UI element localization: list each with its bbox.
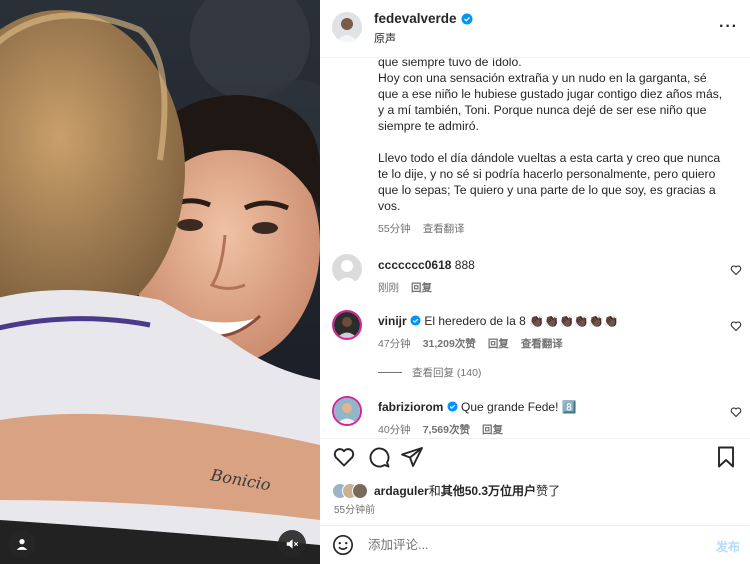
translate-link[interactable]: 查看翻译: [521, 336, 563, 351]
mute-button[interactable]: [278, 530, 306, 558]
replies-divider: [378, 372, 402, 373]
post-comment-button[interactable]: 发布: [716, 538, 740, 555]
comment-heart-icon[interactable]: [730, 264, 742, 276]
comment-likes[interactable]: 31,209次赞: [423, 336, 476, 351]
post-header: fedevalverde 原声 ···: [320, 0, 750, 58]
bookmark-icon[interactable]: [714, 445, 738, 469]
view-replies-button[interactable]: 查看回复 (140): [378, 365, 481, 380]
likes-suffix: 赞了: [536, 484, 561, 498]
user-tag-icon: [16, 539, 28, 550]
comment-username[interactable]: ccccccc0618: [378, 258, 451, 272]
caption-translate-link[interactable]: 查看翻译: [423, 221, 465, 236]
comment-item: ccccccc0618 888 刚刚 回复: [332, 254, 742, 294]
author-avatar[interactable]: [332, 12, 362, 42]
more-options-button[interactable]: ···: [719, 18, 738, 36]
comment-likes[interactable]: 7,569次赞: [423, 422, 470, 437]
comment-body: fabriziorom Que grande Fede! 8️⃣: [378, 400, 577, 414]
post-media[interactable]: Bonicio: [0, 0, 320, 564]
comment-avatar[interactable]: [332, 310, 362, 340]
comment-body: vinijr El heredero de la 8 👏🏿👏🏿👏🏿👏🏿👏🏿👏🏿: [378, 314, 619, 328]
reply-link[interactable]: 回复: [482, 422, 503, 437]
comment-icon[interactable]: [367, 445, 391, 469]
liker-avatars: [332, 482, 368, 499]
comment-input[interactable]: [368, 535, 668, 555]
comment-username[interactable]: fabriziorom: [378, 400, 443, 414]
comment-heart-icon[interactable]: [730, 406, 742, 418]
verified-badge-icon: [461, 13, 473, 25]
caption-paragraph: Llevo todo el día dándole vueltas a esta…: [378, 151, 721, 213]
comment-text: 888: [454, 258, 475, 272]
view-replies-label: 查看回复 (140): [412, 367, 482, 379]
comment-avatar[interactable]: [332, 396, 362, 426]
comment-meta: 47分钟 31,209次赞 回复 查看翻译: [378, 336, 563, 351]
post-details-panel: que siempre tuvo de ídolo. Hoy con una s…: [320, 0, 750, 564]
comment-body: ccccccc0618 888: [378, 258, 475, 272]
comment-text: El heredero de la 8 👏🏿👏🏿👏🏿👏🏿👏🏿👏🏿: [424, 314, 619, 328]
caption-meta: 55分钟 查看翻译: [378, 221, 465, 236]
mute-icon: [286, 539, 299, 549]
comment-username[interactable]: vinijr: [378, 314, 407, 328]
post-caption: que siempre tuvo de ídolo. Hoy con una s…: [378, 54, 728, 230]
comment-item: vinijr El heredero de la 8 👏🏿👏🏿👏🏿👏🏿👏🏿👏🏿 …: [332, 310, 742, 350]
share-icon[interactable]: [400, 445, 424, 469]
post-photo: Bonicio: [0, 0, 320, 564]
comment-text: Que grande Fede! 8️⃣: [461, 400, 577, 414]
author-username-row: fedevalverde: [374, 11, 473, 26]
likes-text: ardaguler和其他50.3万位用户赞了: [374, 482, 560, 499]
comment-meta: 40分钟 7,569次赞 回复: [378, 422, 503, 437]
verified-badge-icon: [447, 401, 458, 412]
emoji-icon[interactable]: [332, 534, 354, 556]
comment-time: 刚刚: [378, 282, 399, 294]
likes-others[interactable]: 其他50.3万位用户: [441, 484, 536, 498]
author-username[interactable]: fedevalverde: [374, 11, 457, 26]
add-comment-bar: 发布: [320, 525, 750, 564]
comment-meta: 刚刚 回复: [378, 280, 432, 295]
caption-paragraph: que siempre tuvo de ídolo. Hoy con una s…: [378, 55, 723, 133]
likes-conj: 和: [428, 484, 441, 498]
comment-item: fabriziorom Que grande Fede! 8️⃣ 40分钟 7,…: [332, 396, 742, 436]
heart-icon[interactable]: [332, 445, 356, 469]
post-timestamp[interactable]: 55分钟前: [334, 501, 375, 516]
comment-time: 40分钟: [378, 424, 411, 436]
comment-avatar[interactable]: [332, 254, 362, 284]
user-tag-button[interactable]: [8, 530, 36, 558]
reply-link[interactable]: 回复: [488, 336, 509, 351]
liker-username[interactable]: ardaguler: [374, 484, 429, 498]
likes-summary[interactable]: ardaguler和其他50.3万位用户赞了: [332, 482, 560, 499]
verified-badge-icon: [410, 315, 421, 326]
audio-label[interactable]: 原声: [374, 30, 396, 46]
comment-time: 47分钟: [378, 338, 411, 350]
comment-heart-icon[interactable]: [730, 320, 742, 332]
reply-link[interactable]: 回复: [411, 280, 432, 295]
caption-time: 55分钟: [378, 223, 411, 235]
